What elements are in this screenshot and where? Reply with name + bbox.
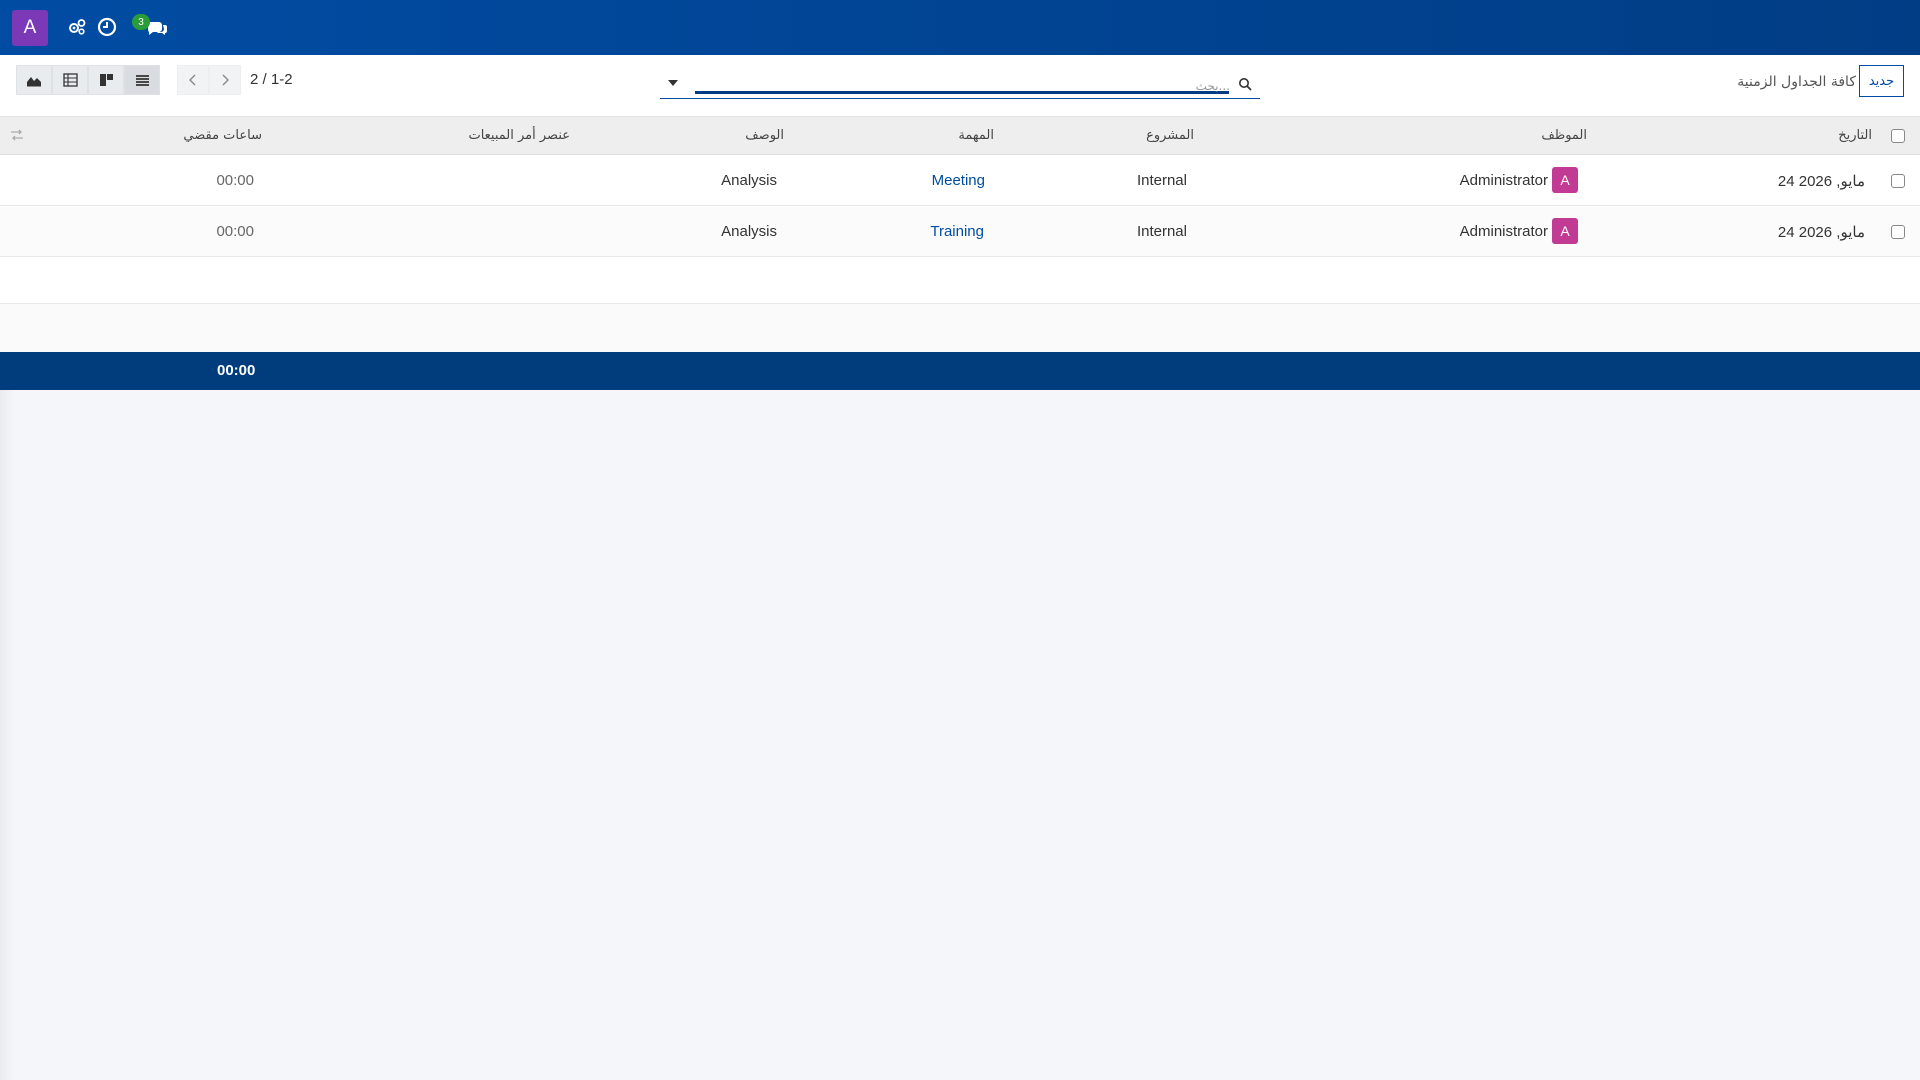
cell-project: Internal [1136,223,1187,240]
control-panel: 1-2 / 2 بحث... كافة الجداول الزمنية جديد [0,55,1920,117]
cell-project: Internal [1136,172,1187,189]
search-icon [1239,78,1252,91]
new-button[interactable]: جديد [1859,65,1904,97]
column-header-date[interactable]: التاريخ [1838,128,1872,143]
pager-value[interactable]: 1-2 / 2 [250,71,293,88]
column-header-employee[interactable]: الموظف [1541,128,1587,143]
caret-down-icon[interactable] [668,80,678,86]
area-chart-icon [27,77,41,87]
pager-previous-button[interactable] [177,65,209,95]
column-header-hours[interactable]: ساعات مقضي [183,128,262,143]
cell-date: 24 مايو, 2026 [1777,173,1865,190]
search-input[interactable]: بحث... [1196,79,1230,93]
employee-avatar: A [1552,167,1578,193]
cell-description: Analysis [721,172,777,189]
timesheet-table: التاريخ الموظف المشروع المهمة الوصف عنصر… [0,117,1920,390]
view-switcher [16,65,160,95]
chevron-left-icon [189,74,196,86]
row-checkbox[interactable] [1891,225,1905,239]
clock-icon[interactable] [96,16,118,38]
empty-row [0,304,1920,352]
cell-employee: Administrator [1459,223,1548,240]
cell-employee: Administrator [1459,172,1548,189]
select-all-checkbox[interactable] [1891,129,1905,143]
column-header-description[interactable]: الوصف [745,128,784,143]
chevron-right-icon [222,74,229,86]
pager [177,65,241,95]
total-hours: 00:00 [217,362,256,379]
cell-hours: 00:00 [216,172,254,189]
cell-description: Analysis [721,223,777,240]
graph-view-button[interactable] [16,65,52,95]
column-header-task[interactable]: المهمة [958,128,994,143]
cell-hours: 00:00 [216,223,254,240]
search-progress-line [695,91,1229,94]
cell-task[interactable]: Training [930,223,984,240]
table-footer: 00:00 [0,352,1920,390]
cell-task[interactable]: Meeting [932,172,985,189]
table-row[interactable]: 24 مايو, 2026 A Administrator Internal T… [0,206,1920,257]
list-view-button[interactable] [124,65,160,95]
list-icon [135,74,149,86]
table-row[interactable]: 24 مايو, 2026 A Administrator Internal M… [0,155,1920,206]
breadcrumb: كافة الجداول الزمنية [1737,74,1856,90]
column-header-sales-item[interactable]: عنصر أمر المبيعات [468,128,570,143]
row-checkbox[interactable] [1891,174,1905,188]
column-header-project[interactable]: المشروع [1146,128,1194,143]
optional-columns-icon[interactable] [10,129,24,141]
kanban-view-button[interactable] [88,65,124,95]
empty-row [0,257,1920,304]
top-navbar: A 3 [0,0,1920,55]
employee-avatar: A [1552,218,1578,244]
kanban-icon [99,74,113,86]
activity-icon[interactable] [66,16,88,38]
pivot-view-button[interactable] [52,65,88,95]
left-edge-shade [0,390,14,1080]
table-icon [62,73,78,87]
chat-badge: 3 [132,14,150,30]
search-bar[interactable]: بحث... [660,65,1260,99]
user-avatar[interactable]: A [12,10,48,46]
pager-next-button[interactable] [209,65,241,95]
cell-date: 24 مايو, 2026 [1777,224,1865,241]
table-header: التاريخ الموظف المشروع المهمة الوصف عنصر… [0,117,1920,155]
